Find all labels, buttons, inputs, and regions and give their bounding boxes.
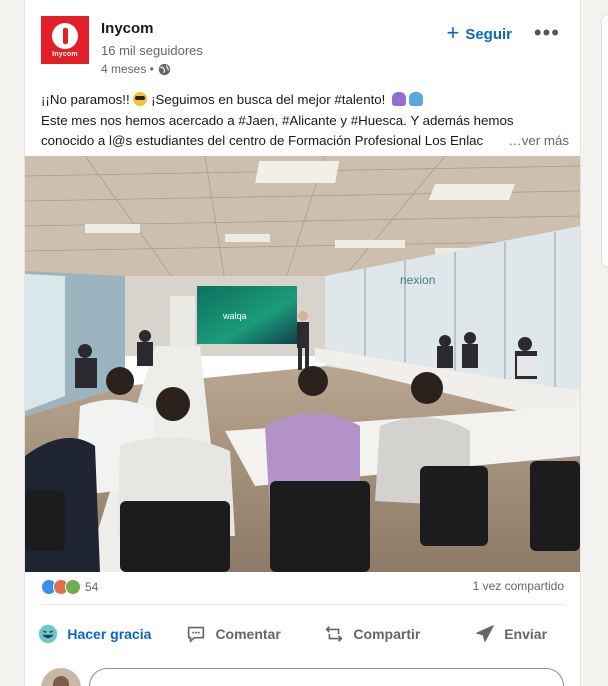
raising-hand-emoji-icon (409, 92, 424, 106)
repost-label: Compartir (353, 626, 421, 642)
post-header: Inycom Inycom 16 mil seguidores 4 meses … (41, 16, 568, 80)
comment-row (41, 664, 564, 686)
logo-mark-icon (52, 22, 78, 49)
comment-button[interactable]: Comentar (164, 614, 303, 654)
logo-text: Inycom (52, 50, 78, 58)
reactions-summary[interactable]: 54 (41, 579, 98, 595)
send-button[interactable]: Enviar (441, 614, 580, 654)
social-counts: 54 1 vez compartido (41, 579, 564, 599)
post-meta: 4 meses • (101, 62, 171, 76)
post-text-segment: ¡Seguimos en busca del mejor #talento! (147, 92, 390, 107)
post-text-line: ¡¡No paramos!! ¡Seguimos en busca del me… (41, 90, 571, 111)
globe-icon (158, 63, 171, 75)
follow-button[interactable]: + Seguir (446, 22, 512, 46)
send-label: Enviar (504, 626, 548, 642)
wall-text: nexion (400, 273, 435, 287)
post-text: ¡¡No paramos!! ¡Seguimos en busca del me… (41, 90, 571, 152)
comment-input[interactable] (89, 668, 564, 686)
share-count[interactable]: 1 vez compartido (473, 579, 564, 593)
repost-icon (325, 626, 343, 642)
comment-icon (188, 626, 205, 643)
post-text-line: Este mes nos hemos acercado a #Jaen, #Al… (41, 112, 514, 128)
send-icon (476, 625, 495, 642)
plus-icon: + (446, 20, 460, 45)
action-bar: Hacer gracia Comentar Compartir Enviar (25, 614, 580, 654)
avatar[interactable] (41, 668, 81, 686)
post-image[interactable]: walqa nexion (25, 156, 580, 572)
follower-count: 16 mil seguidores (101, 43, 203, 58)
celebrate-reaction-icon (65, 579, 81, 595)
post-card: Inycom Inycom 16 mil seguidores 4 meses … (24, 0, 581, 686)
raising-hand-emoji-icon (392, 92, 407, 106)
comment-label: Comentar (215, 626, 281, 642)
repost-button[interactable]: Compartir (303, 614, 442, 654)
right-sidebar-panel (601, 14, 608, 268)
post-time: 4 meses • (101, 62, 154, 76)
company-name[interactable]: Inycom (101, 20, 154, 37)
divider (41, 604, 564, 605)
post-text-segment: ¡¡No paramos!! (41, 92, 134, 107)
reaction-count: 54 (85, 580, 99, 594)
sunglasses-emoji-icon (133, 92, 148, 106)
follow-label: Seguir (465, 25, 512, 43)
funny-reaction-button[interactable]: Hacer gracia (25, 614, 164, 654)
more-options-icon[interactable]: ••• (534, 22, 560, 44)
post-text-line: conocido a l@s estudiantes del centro de… (41, 133, 484, 148)
see-more-link[interactable]: …ver más (504, 131, 569, 152)
funny-label: Hacer gracia (67, 626, 152, 642)
screen-text: walqa (222, 311, 247, 321)
company-logo[interactable]: Inycom (41, 16, 89, 64)
laugh-icon (39, 624, 58, 644)
